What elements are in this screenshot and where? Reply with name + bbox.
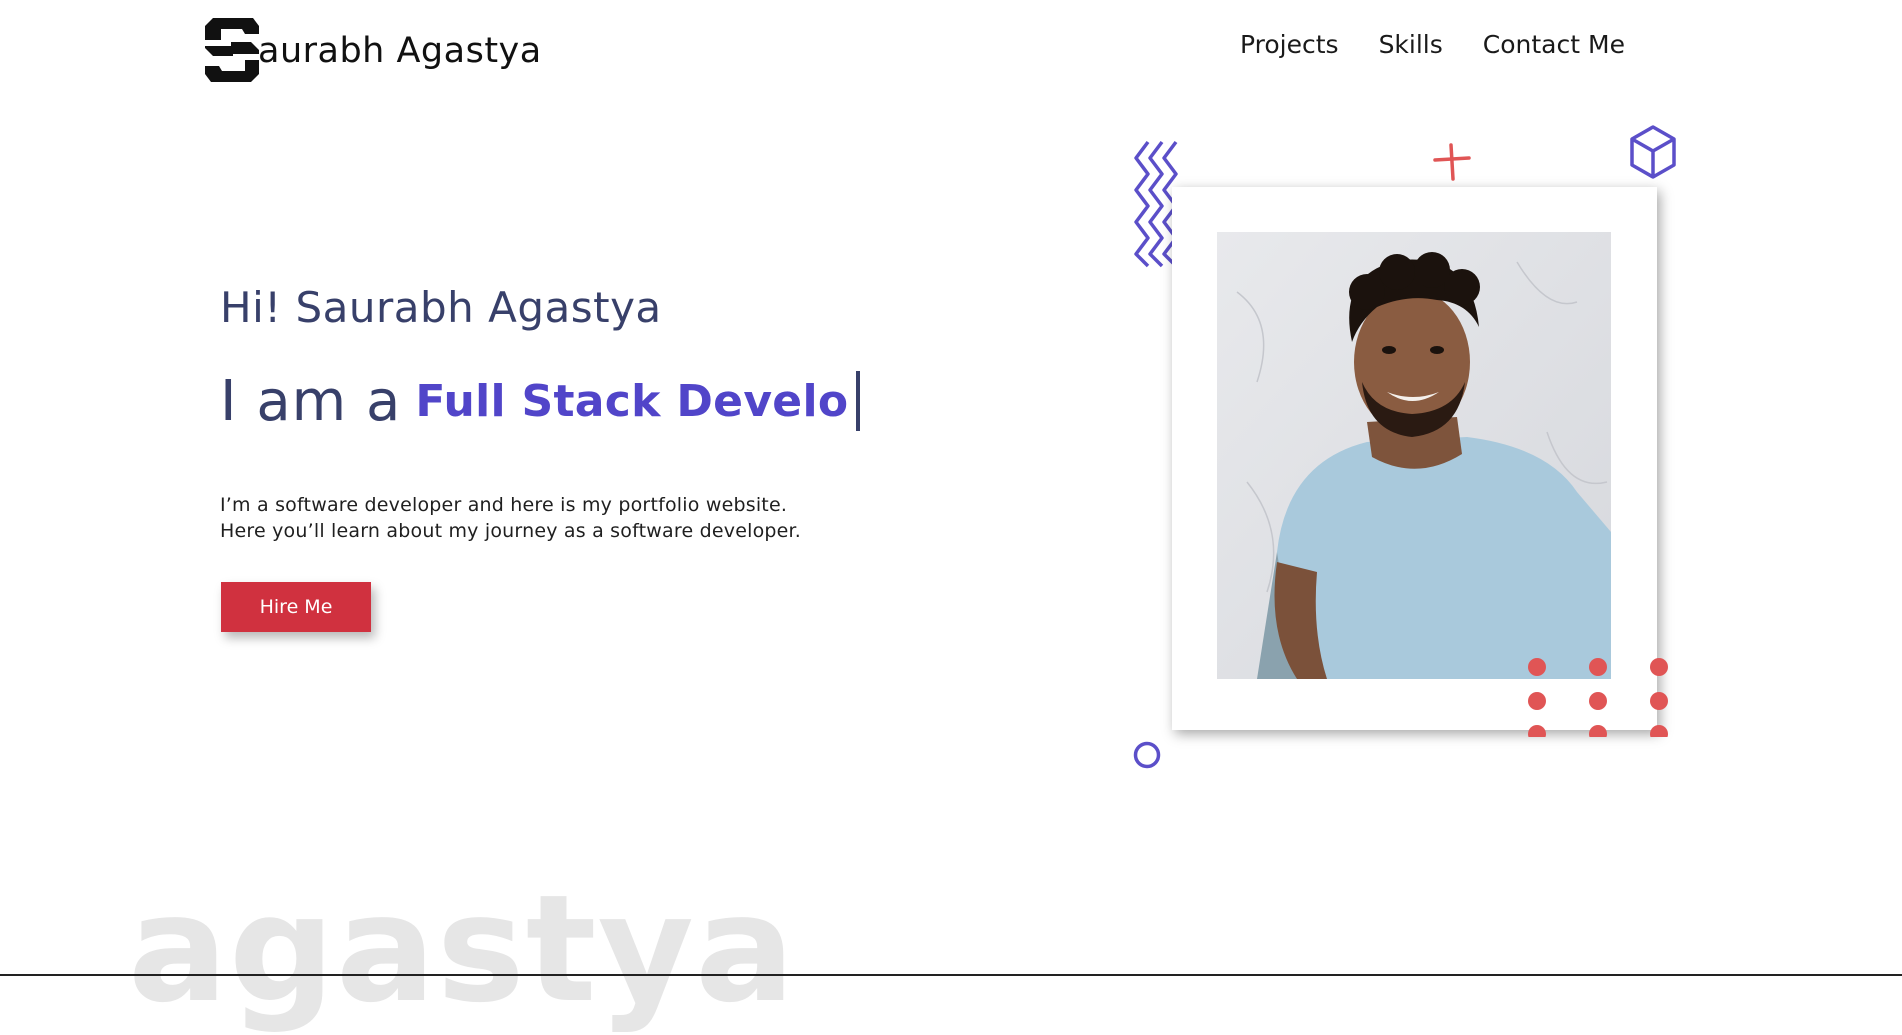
s-monogram-icon [205,18,259,82]
nav-projects-link[interactable]: Projects [1240,30,1339,59]
intro-line: Here you’ll learn about my journey as a … [220,520,802,542]
hire-me-button[interactable]: Hire Me [221,582,371,632]
site-header: aurabh Agastya Projects Skills Contact M… [0,0,1902,100]
dot-grid-icon [1528,658,1668,737]
nav-contact-link[interactable]: Contact Me [1483,30,1625,59]
hero-intro: I’m a software developer and here is my … [220,492,801,544]
typed-role-text: Full Stack Develo [415,375,849,427]
profile-photo-card [1172,187,1657,730]
intro-line: I’m a software developer and here is my … [220,494,788,516]
hero-greeting: Hi! Saurabh Agastya [220,283,662,332]
circle-ring-icon [1133,741,1161,769]
cube-icon [1630,125,1676,179]
brand-name: aurabh Agastya [258,31,542,71]
nav-skills-link[interactable]: Skills [1379,30,1443,59]
typing-cursor [856,371,861,431]
brand-link[interactable]: aurabh Agastya [205,16,542,82]
role-prefix: I am a [220,368,402,434]
plus-icon [1433,143,1471,181]
profile-photo [1217,232,1611,679]
person-portrait-image [1217,232,1611,679]
background-watermark-text: agastya [128,863,796,1035]
hero-role-line: I am a Full Stack Develo [220,366,861,436]
main-nav: Projects Skills Contact Me [1240,30,1625,59]
